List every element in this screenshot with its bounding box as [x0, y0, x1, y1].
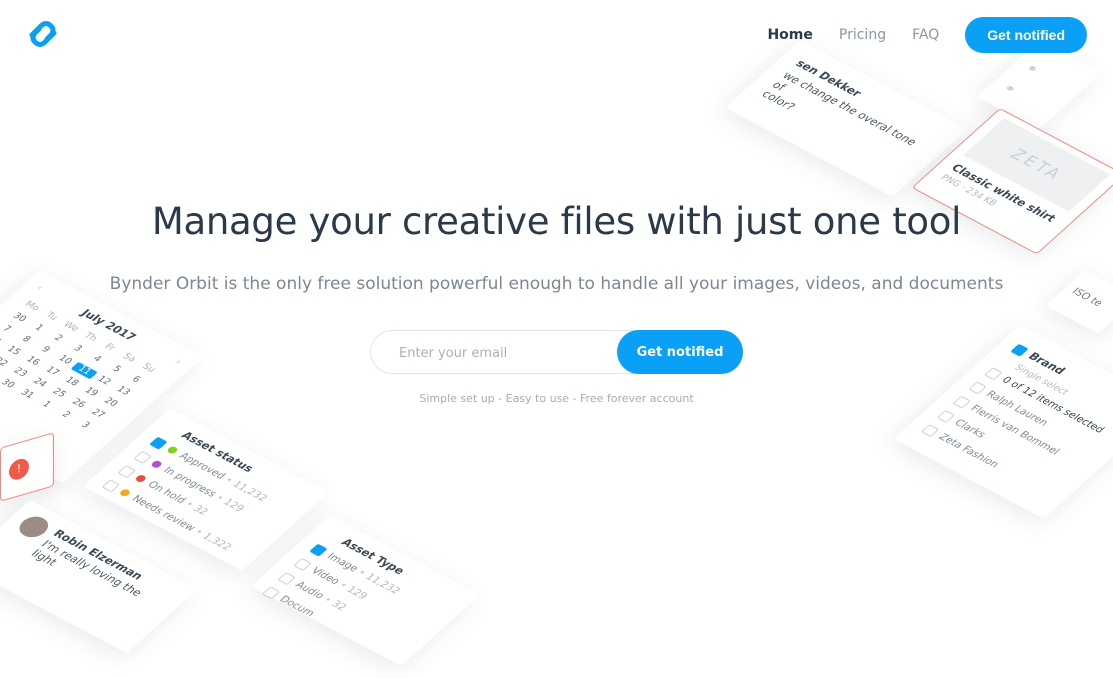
hero-title: Manage your creative files with just one…: [151, 200, 962, 243]
brand-filter-card: Brand Single select 0 of 12 items select…: [893, 325, 1113, 519]
avatar: [13, 512, 54, 541]
checkbox-icon: [937, 409, 956, 423]
calendar-day: 27: [88, 407, 107, 421]
checkbox-icon: [117, 464, 137, 478]
asset-status-count: 129: [220, 497, 247, 515]
status-dot-icon: [118, 488, 132, 498]
calendar-next-icon: ›: [171, 357, 185, 367]
nav-home-link[interactable]: Home: [767, 27, 812, 43]
asset-type-count: 129: [343, 584, 370, 602]
email-input[interactable]: [397, 331, 611, 375]
hero-tagline: Simple set up - Easy to use - Free forev…: [419, 392, 694, 405]
asset-status-card: Asset status Approved • 11,232 In progres…: [83, 408, 329, 571]
signup-form: Get notified: [370, 330, 743, 375]
checkbox-icon: [133, 450, 153, 464]
calendar-day: 3: [78, 420, 92, 431]
alert-badge-icon: !: [9, 456, 29, 483]
asset-status-list: Approved • 11,232 In progress • 129 On hol…: [98, 434, 295, 562]
nav-pricing-link[interactable]: Pricing: [839, 27, 886, 43]
checkbox-icon: [309, 543, 328, 557]
checkbox-icon: [149, 436, 168, 450]
checkbox-icon: [102, 479, 121, 493]
asset-type-list: Image • 11,232 Video • 129 Audio • 32 Docum: [258, 541, 447, 665]
checkbox-icon: [293, 557, 313, 571]
calendar-day: 6: [129, 374, 143, 385]
main-nav: Home Pricing FAQ Get notified: [741, 17, 1087, 53]
checkbox-icon: [262, 586, 281, 600]
status-dot-icon: [134, 473, 148, 484]
hero-get-notified-button[interactable]: Get notified: [617, 330, 743, 374]
status-dot-icon: [149, 459, 164, 470]
nav-get-notified-button[interactable]: Get notified: [965, 17, 1087, 53]
checkbox-icon: [277, 571, 297, 585]
hero-subtitle: Bynder Orbit is the only free solution p…: [109, 274, 1004, 294]
bynder-logo-icon[interactable]: [24, 18, 62, 50]
checkbox-icon: [984, 366, 1003, 380]
checkbox-icon: [921, 423, 940, 437]
asset-type-card: Asset Type Image • 11,232 Video • 129 Audi…: [250, 515, 481, 667]
status-dot-icon: [165, 445, 180, 455]
nav-faq-link[interactable]: FAQ: [912, 27, 939, 43]
brand-checkbox-icon: [1010, 343, 1030, 357]
calendar-weekday: Su: [139, 362, 158, 375]
